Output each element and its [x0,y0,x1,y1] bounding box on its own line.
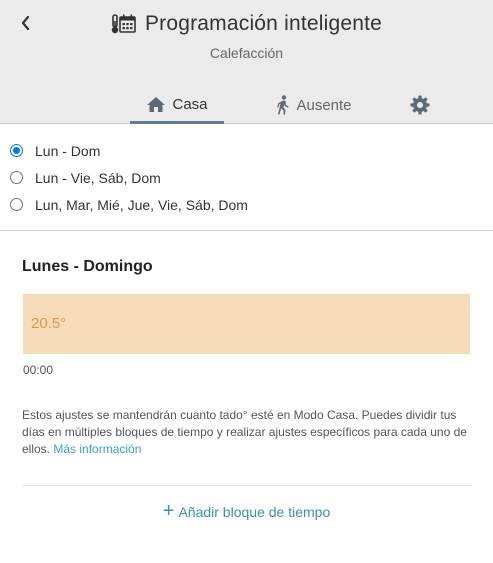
tab-casa-label: Casa [172,96,208,113]
time-block-temperature: 20.5° [31,315,67,332]
tab-ausente-label: Ausente [296,96,352,114]
thermometer-calendar-icon [111,13,137,35]
add-block-divider [22,485,472,486]
more-info-link[interactable]: Más información [53,442,141,456]
schedule-option-label: Lun - Vie, Sáb, Dom [35,169,161,186]
radio-button[interactable] [10,171,23,184]
schedule-option-weekday-weekend[interactable]: Lun - Vie, Sáb, Dom [0,164,493,191]
plus-icon: + [162,500,175,522]
schedule-option-each-day[interactable]: Lun, Mar, Mié, Jue, Vie, Sáb, Dom [0,191,493,218]
walking-person-icon [277,95,289,115]
time-block-start-time: 00:00 [23,363,54,377]
page-title: Programación inteligente [144,12,383,35]
day-section-title: Lunes - Domingo [22,258,153,275]
page-subtitle: Calefacción [209,45,284,61]
header: Programación inteligente Calefacción Cas… [0,0,493,124]
schedule-option-label: Lun - Dom [35,142,101,159]
mode-tabs: Casa Ausente [0,88,493,124]
gear-icon [410,95,430,115]
title-row: Programación inteligente [0,12,493,36]
tab-ausente[interactable]: Ausente [266,88,362,122]
add-time-block-label: Añadir bloque de tiempo [178,504,331,520]
home-icon [147,97,166,112]
section-divider [0,230,493,231]
radio-button[interactable] [10,198,23,211]
schedule-option-lun-dom[interactable]: Lun - Dom [0,137,493,164]
tab-casa[interactable]: Casa [130,88,224,124]
time-block[interactable]: 20.5° [23,294,470,354]
info-text: Estos ajustes se mantendrán cuanto tado°… [22,407,472,458]
radio-button-selected[interactable] [10,144,23,157]
add-time-block-button[interactable]: + Añadir bloque de tiempo [0,500,493,522]
schedule-option-label: Lun, Mar, Mié, Jue, Vie, Sáb, Dom [35,196,248,213]
tab-settings[interactable] [405,88,435,122]
schedule-type-options: Lun - Dom Lun - Vie, Sáb, Dom Lun, Mar, … [0,137,493,218]
